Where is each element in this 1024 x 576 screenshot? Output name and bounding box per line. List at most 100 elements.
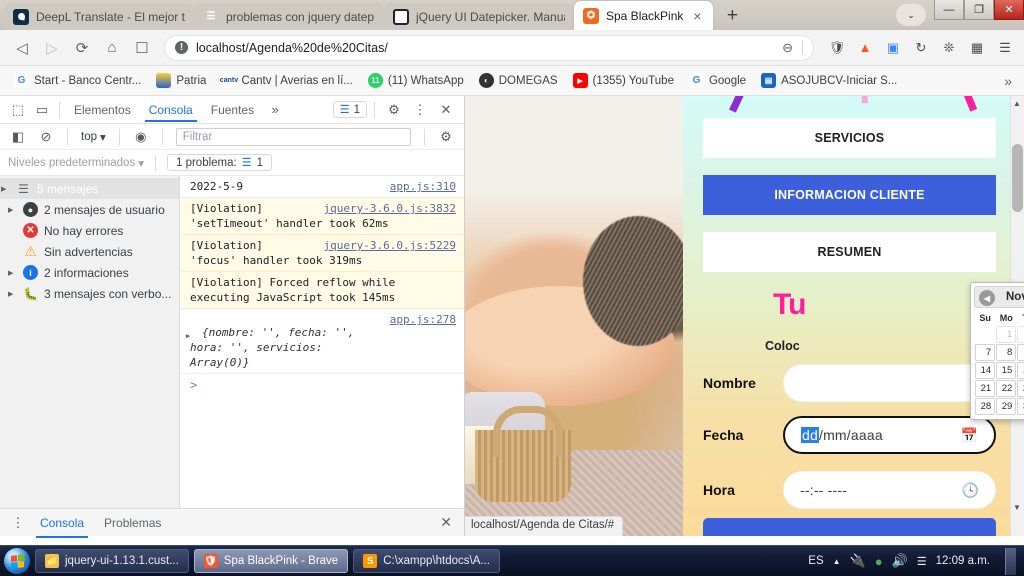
clock-icon[interactable]: 🕓 <box>962 482 979 499</box>
datepicker-cell[interactable]: 8 <box>996 344 1017 361</box>
problems-pill[interactable]: 1 problema: ☰ 1 <box>166 154 272 171</box>
submit-button[interactable] <box>703 518 996 536</box>
clock[interactable]: 12:09 a.m. <box>936 555 990 567</box>
tab-fuentes[interactable]: Fuentes <box>202 98 263 121</box>
gear-icon[interactable]: ⚙ <box>382 99 406 121</box>
jquery-datepicker[interactable]: ◀ November 2027 ▶ Su Mo Tu We Th Fr Sa <box>970 282 1024 420</box>
bookmark-icon[interactable]: ☐ <box>128 34 156 62</box>
tab-search-chevron-down-icon[interactable]: ⌄ <box>896 4 926 26</box>
datepicker-cell[interactable]: 22 <box>996 380 1017 397</box>
bookmark-cantv[interactable]: cantv Cantv | Averias en lí... <box>215 70 358 91</box>
log-source-link[interactable]: app.js:310 <box>390 179 456 194</box>
sidebar-item-info[interactable]: ▶ i 2 informaciones <box>0 262 179 283</box>
close-window-button[interactable]: ✕ <box>994 0 1024 20</box>
console-violation-entry[interactable]: [Violation] 'setTimeout' handler took 62… <box>180 198 464 235</box>
bookmark-banco-central[interactable]: G Start - Banco Centr... <box>8 70 147 91</box>
accordion-header-resumen[interactable]: RESUMEN <box>703 232 996 272</box>
signal-icon[interactable]: ☰ <box>917 555 927 568</box>
maximize-button[interactable]: ❐ <box>964 0 994 20</box>
browser-tab-deepl[interactable]: DeepL Translate - El mejor trad <box>4 3 194 30</box>
translate-icon[interactable]: ▣ <box>882 37 904 59</box>
drawer-tab-consola[interactable]: Consola <box>30 512 94 538</box>
datepicker-cell[interactable]: 30 <box>1017 398 1024 415</box>
volume-icon[interactable]: 🔊 <box>892 553 908 569</box>
scrollbar-thumb[interactable] <box>1012 144 1023 212</box>
sidebar-item-user-messages[interactable]: ▶ ● 2 mensajes de usuario <box>0 199 179 220</box>
taskbar-button-sublime[interactable]: S C:\xampp\htdocs\A... <box>353 549 500 573</box>
datepicker-day[interactable]: 14 <box>975 362 996 379</box>
expand-triangle-icon[interactable]: ▶ <box>1 185 10 193</box>
datepicker-day[interactable]: 9 <box>1017 344 1024 361</box>
extensions-icon[interactable]: ❊ <box>938 37 960 59</box>
wallet-icon[interactable]: ▦ <box>966 37 988 59</box>
device-toolbar-icon[interactable]: ▭ <box>30 99 54 121</box>
more-options-icon[interactable]: ⋮ <box>408 99 432 121</box>
tray-overflow-icon[interactable]: ▲ <box>833 557 841 566</box>
datepicker-day[interactable]: 15 <box>996 362 1017 379</box>
datepicker-day[interactable]: 23 <box>1017 380 1024 397</box>
sync-icon[interactable]: ↻ <box>910 37 932 59</box>
log-levels-selector[interactable]: Niveles predeterminados ▾ <box>8 156 144 170</box>
brave-shield-icon[interactable]: 🛡 <box>826 37 848 59</box>
drawer-close-icon[interactable]: ✕ <box>434 514 458 531</box>
datepicker-day[interactable]: 30 <box>1017 398 1024 415</box>
datepicker-cell[interactable]: 21 <box>975 380 996 397</box>
drawer-more-icon[interactable]: ⋮ <box>6 512 30 534</box>
calendar-icon[interactable]: 📅 <box>961 427 978 444</box>
datepicker-cell[interactable]: 1 <box>996 326 1017 343</box>
datepicker-cell[interactable]: 2 <box>1017 326 1024 343</box>
datepicker-day[interactable]: 8 <box>996 344 1017 361</box>
accordion-header-servicios[interactable]: SERVICIOS <box>703 118 996 158</box>
bookmark-asojubcv[interactable]: ▤ ASOJUBCV-Iniciar S... <box>755 70 903 91</box>
console-log-entry[interactable]: 2022-5-9 app.js:310 <box>180 176 464 198</box>
bookmarks-overflow-icon[interactable]: » <box>1000 73 1016 89</box>
new-tab-button[interactable]: + <box>718 2 746 30</box>
issues-badge[interactable]: ☰ 1 <box>332 101 367 118</box>
eye-icon[interactable]: ◉ <box>129 126 153 148</box>
clear-console-icon[interactable]: ⊘ <box>34 126 58 148</box>
datepicker-day[interactable]: 21 <box>975 380 996 397</box>
minimize-button[interactable]: — <box>934 0 964 20</box>
sidebar-item-all-messages[interactable]: ▶ ☰ 5 mensajes <box>0 178 179 199</box>
close-icon[interactable]: × <box>690 8 704 24</box>
tabs-overflow-icon[interactable]: » <box>263 99 287 121</box>
sidebar-item-verbose[interactable]: ▶ 🐛 3 mensajes con verbo... <box>0 283 179 304</box>
hora-input[interactable]: --:-- ---- 🕓 <box>783 471 996 509</box>
datepicker-day[interactable]: 2 <box>1017 326 1024 343</box>
back-icon[interactable]: ◁ <box>8 34 36 62</box>
address-bar[interactable]: ! localhost/Agenda%20de%20Citas/ ⊖ <box>164 34 814 61</box>
datepicker-day[interactable]: 7 <box>975 344 996 361</box>
datepicker-cell[interactable]: 29 <box>996 398 1017 415</box>
inspect-element-icon[interactable]: ⬚ <box>6 99 30 121</box>
console-log-list[interactable]: 2022-5-9 app.js:310 [Violation] 'setTime… <box>180 176 464 508</box>
zoom-out-icon[interactable]: ⊖ <box>782 40 793 56</box>
filter-input[interactable]: Filtrar <box>175 127 411 146</box>
expand-triangle-icon[interactable]: ▶ <box>8 269 17 277</box>
datepicker-day[interactable]: 22 <box>996 380 1017 397</box>
datepicker-day[interactable]: 29 <box>996 398 1017 415</box>
forward-icon[interactable]: ▷ <box>38 34 66 62</box>
sidebar-toggle-icon[interactable]: ◧ <box>6 126 30 148</box>
tab-elementos[interactable]: Elementos <box>65 98 140 121</box>
start-button[interactable] <box>4 548 30 574</box>
console-violation-entry[interactable]: [Violation] 'focus' handler took 319ms j… <box>180 235 464 272</box>
expand-triangle-icon[interactable]: ▶ <box>8 206 17 214</box>
console-object-entry[interactable]: ▶ app.js:278 {nombre: '', fecha: '', hor… <box>180 309 464 374</box>
bookmark-youtube[interactable]: ▶ (1355) YouTube <box>567 70 680 91</box>
update-icon[interactable]: ● <box>875 554 883 569</box>
datepicker-day[interactable]: 28 <box>975 398 996 415</box>
language-indicator[interactable]: ES <box>808 555 823 567</box>
sidebar-item-errors[interactable]: ▶ ✕ No hay errores <box>0 220 179 241</box>
log-source-link[interactable]: jquery-3.6.0.js:3832 <box>324 201 456 216</box>
datepicker-cell[interactable]: 9 <box>1017 344 1024 361</box>
log-source-link[interactable]: app.js:278 <box>390 312 456 327</box>
bookmark-whatsapp[interactable]: 11 (11) WhatsApp <box>362 70 470 91</box>
datepicker-day[interactable]: 16 <box>1017 362 1024 379</box>
console-violation-entry[interactable]: [Violation] Forced reflow while executin… <box>180 272 464 309</box>
show-desktop-button[interactable] <box>1005 547 1016 575</box>
scroll-down-icon[interactable]: ▼ <box>1012 503 1022 512</box>
datepicker-cell[interactable]: 16 <box>1017 362 1024 379</box>
log-source-link[interactable]: jquery-3.6.0.js:5229 <box>324 238 456 253</box>
nombre-input[interactable] <box>783 364 996 402</box>
brave-rewards-icon[interactable]: ▲ <box>854 37 876 59</box>
